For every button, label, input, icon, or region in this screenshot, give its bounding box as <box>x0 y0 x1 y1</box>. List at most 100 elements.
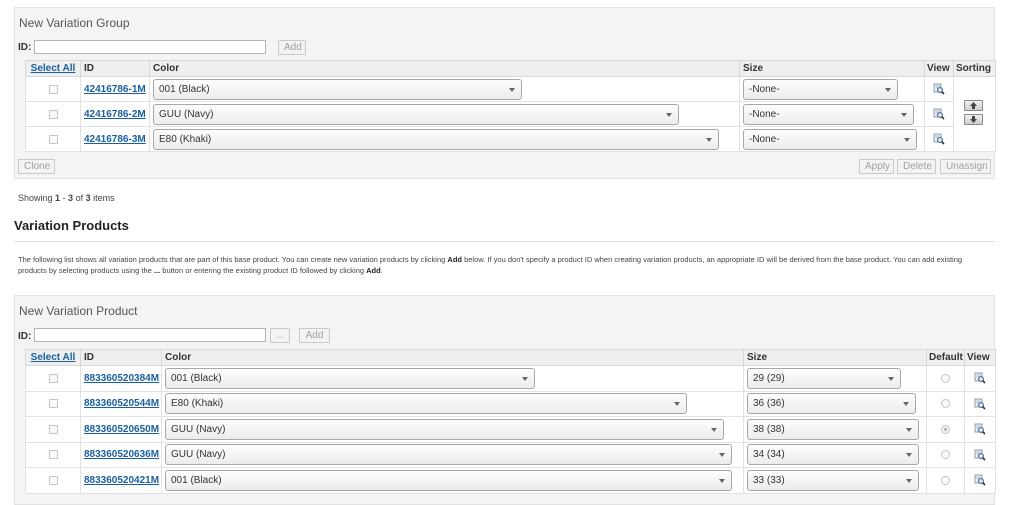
row-checkbox[interactable] <box>48 399 58 409</box>
view-magnifier-icon[interactable] <box>933 83 945 95</box>
variation-product-panel: New Variation Product ID: ... Add Select… <box>14 295 996 505</box>
size-select[interactable]: -None- <box>743 78 898 100</box>
table-row: 883360520544M E80 (Khaki) 36 (36) <box>25 390 996 417</box>
row-id-cell: 883360520384M <box>80 365 162 392</box>
unassign-button[interactable]: Unassign <box>940 159 991 174</box>
row-select-cell <box>25 126 81 152</box>
variation-id-link[interactable]: 42416786-2M <box>84 109 146 120</box>
table-row: 883360520384M 001 (Black) 29 (29) <box>25 365 996 392</box>
table-row: 883360520636M GUU (Navy) 34 (34) <box>25 441 996 468</box>
product-id-input[interactable] <box>34 328 266 342</box>
row-checkbox[interactable] <box>48 450 58 460</box>
clone-button[interactable]: Clone <box>18 159 55 174</box>
variation-products-description: The following list shows all variation p… <box>18 254 990 276</box>
view-magnifier-icon[interactable] <box>974 398 986 410</box>
row-id-cell: 42416786-3M <box>80 126 150 152</box>
color-select[interactable]: 001 (Black) <box>165 367 535 389</box>
default-radio[interactable] <box>941 399 950 409</box>
color-select[interactable]: E80 (Khaki) <box>153 128 719 150</box>
row-color-cell: 001 (Black) <box>161 467 744 494</box>
showing-of: of <box>73 193 86 203</box>
row-id-cell: 883360520544M <box>80 390 162 417</box>
row-select-cell <box>25 365 81 392</box>
color-select[interactable]: GUU (Navy) <box>165 444 732 466</box>
product-select-all-link[interactable]: Select All <box>31 352 76 363</box>
showing-suffix: items <box>90 193 115 203</box>
group-select-all-link[interactable]: Select All <box>31 63 76 74</box>
color-select[interactable]: 001 (Black) <box>165 469 732 491</box>
size-select[interactable]: -None- <box>743 128 917 150</box>
default-radio[interactable] <box>941 450 950 460</box>
size-select[interactable]: 33 (33) <box>747 469 919 491</box>
row-select-cell <box>25 416 81 443</box>
table-row: 42416786-1M 001 (Black) -None- <box>25 76 996 152</box>
variation-id-link[interactable]: 42416786-1M <box>84 84 146 95</box>
row-checkbox[interactable] <box>48 134 58 144</box>
sort-down-button[interactable] <box>964 114 983 125</box>
row-default-cell <box>926 467 965 494</box>
size-select[interactable]: 34 (34) <box>747 444 919 466</box>
size-select-value: 34 (34) <box>753 449 785 461</box>
row-checkbox[interactable] <box>48 373 58 383</box>
group-id-header: ID <box>80 60 150 77</box>
row-select-cell <box>25 441 81 468</box>
row-checkbox[interactable] <box>48 109 58 119</box>
color-select[interactable]: 001 (Black) <box>153 78 522 100</box>
default-radio-selected[interactable] <box>941 424 950 434</box>
color-select[interactable]: GUU (Navy) <box>153 103 679 125</box>
chevron-down-icon <box>711 427 717 432</box>
product-id-link[interactable]: 883360520650M <box>84 424 159 435</box>
product-id-link[interactable]: 883360520384M <box>84 373 159 384</box>
row-color-cell: E80 (Khaki) <box>149 126 740 152</box>
size-select[interactable]: 36 (36) <box>747 393 916 415</box>
product-id-link[interactable]: 883360520636M <box>84 449 159 460</box>
row-size-cell: 29 (29) <box>743 365 927 392</box>
size-select-value: 38 (38) <box>753 423 785 435</box>
row-checkbox[interactable] <box>48 475 58 485</box>
view-magnifier-icon[interactable] <box>974 423 986 435</box>
product-id-link[interactable]: 883360520421M <box>84 475 159 486</box>
view-magnifier-icon[interactable] <box>933 133 945 145</box>
view-magnifier-icon[interactable] <box>974 474 986 486</box>
color-select[interactable]: GUU (Navy) <box>165 418 724 440</box>
color-select[interactable]: E80 (Khaki) <box>165 393 687 415</box>
row-checkbox[interactable] <box>48 84 58 94</box>
group-add-button[interactable]: Add <box>278 40 306 55</box>
color-select-value: GUU (Navy) <box>159 108 214 120</box>
row-id-cell: 883360520636M <box>80 441 162 468</box>
delete-button[interactable]: Delete <box>897 159 936 174</box>
desc-bold: Add <box>366 266 381 275</box>
view-magnifier-icon[interactable] <box>974 372 986 384</box>
group-id-label: ID: <box>18 42 32 53</box>
default-radio[interactable] <box>941 373 950 383</box>
view-magnifier-icon[interactable] <box>974 449 986 461</box>
size-select[interactable]: 38 (38) <box>747 418 919 440</box>
row-color-cell: GUU (Navy) <box>149 101 740 127</box>
product-add-button[interactable]: Add <box>299 328 330 343</box>
showing-dash: - <box>60 193 69 203</box>
group-id-input[interactable] <box>34 40 266 54</box>
size-select-value: 33 (33) <box>753 474 785 486</box>
chevron-down-icon <box>903 402 909 407</box>
showing-count: Showing 1 - 3 of 3 items <box>18 193 115 203</box>
browse-products-button[interactable]: ... <box>270 328 290 343</box>
product-id-label: ID: <box>18 331 32 342</box>
chevron-down-icon <box>888 376 894 381</box>
row-select-cell <box>25 76 81 102</box>
size-select[interactable]: -None- <box>743 103 914 125</box>
variation-group-panel: New Variation Group ID: Add Select All I… <box>14 7 996 179</box>
row-checkbox[interactable] <box>48 424 58 434</box>
default-radio[interactable] <box>941 475 950 485</box>
size-select-value: -None- <box>749 108 780 120</box>
variation-id-link[interactable]: 42416786-3M <box>84 134 146 145</box>
view-magnifier-icon[interactable] <box>933 108 945 120</box>
row-view-cell <box>964 390 996 417</box>
product-id-link[interactable]: 883360520544M <box>84 398 159 409</box>
product-size-header: Size <box>743 349 927 366</box>
sort-up-button[interactable] <box>964 100 983 111</box>
size-select[interactable]: 29 (29) <box>747 367 901 389</box>
apply-button[interactable]: Apply <box>859 159 894 174</box>
group-view-header: View <box>924 60 954 77</box>
row-id-cell: 883360520650M <box>80 416 162 443</box>
desc-text: The following list shows all variation p… <box>18 255 448 264</box>
